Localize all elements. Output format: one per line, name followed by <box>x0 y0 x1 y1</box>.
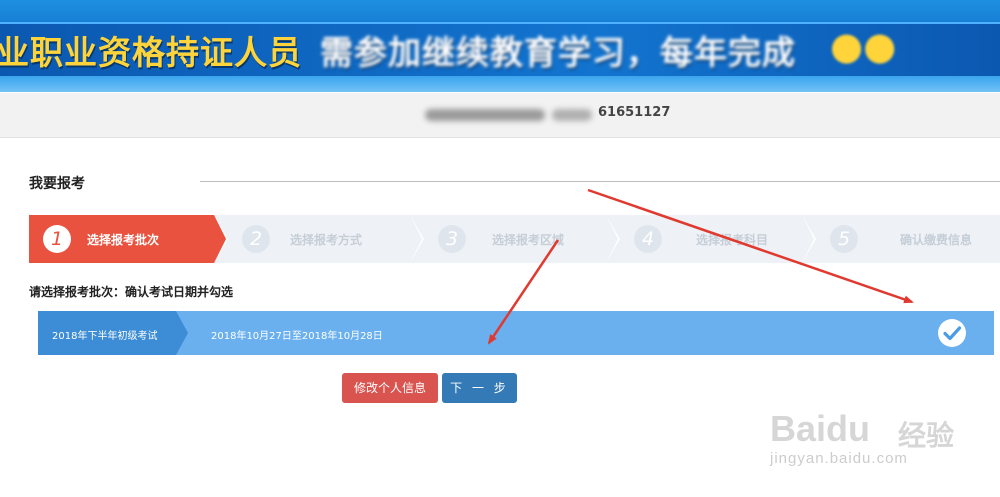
step-separator-fill <box>410 215 422 263</box>
step-separator-fill <box>606 215 618 263</box>
baidu-watermark: Baidu 经验 jingyan.baidu.com <box>770 400 970 480</box>
watermark-url: jingyan.baidu.com <box>770 450 908 467</box>
step-separator-fill <box>802 215 814 263</box>
watermark-logo: Baidu <box>770 408 871 449</box>
watermark-text: 经验 <box>898 419 955 452</box>
annotation-arrow-to-checkbox <box>587 188 914 304</box>
step-separator-fill <box>214 215 226 263</box>
annotation-arrow-to-batch <box>487 239 560 345</box>
